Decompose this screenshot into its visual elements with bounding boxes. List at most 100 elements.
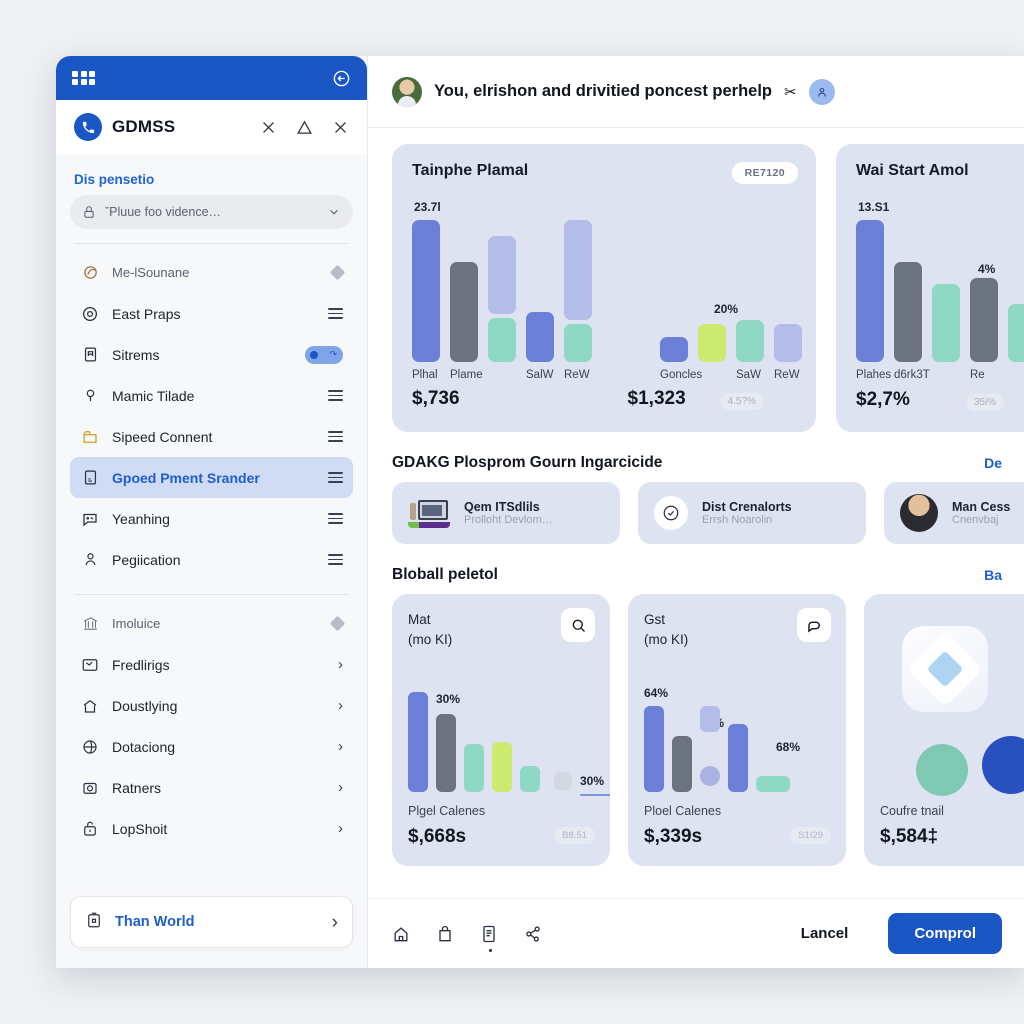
diamond-icon [329,264,346,281]
close-icon[interactable] [260,119,277,136]
document-icon[interactable] [478,923,500,952]
hamburger-icon[interactable] [328,513,343,524]
x-axis-labels: Plahes d6rk3T Re [856,369,1024,381]
sidebar-select[interactable]: ˇPluue foo vidence… [70,195,353,229]
bar-stack [488,236,516,362]
check-circle-icon [654,496,688,530]
sidebar-item-me-lsounane[interactable]: Me-lSounane [70,252,353,293]
brand-name: GDMSS [112,117,176,136]
sidebar-item-pegiication[interactable]: Pegiication [70,539,353,580]
chevron-right-icon[interactable]: › [338,739,343,754]
sidebar-select-value: ˇPluue foo vidence… [105,205,222,219]
sidebar-brandbar: GDMSS [56,100,367,154]
metric-card-row: Mat (mo KI) 30% 30% Plgel Calenes $,668s… [392,594,1024,866]
data-label: 23.7l [414,200,441,214]
sidebar-item-fredlirigs[interactable]: Fredlirigs › [70,644,353,685]
brand-actions [260,119,349,136]
sidebar-item-label: Dotaciong [112,738,176,755]
bar-stack [564,220,592,362]
bar [564,220,592,320]
data-label: 13.S1 [858,200,890,214]
axis-label: Plgel Calenes [408,804,486,818]
id-card-icon [80,468,100,488]
x-label [932,369,960,381]
avatar [392,76,422,107]
program-section-link[interactable]: De [984,455,1004,471]
sidebar-item-sipeed-connent[interactable]: Sipeed Connent [70,416,353,457]
sidebar-nav: Dis pensetio ˇPluue foo vidence… Me-lSou… [56,154,367,886]
sidebar-section-title: Dis pensetio [74,172,155,187]
sync-icon[interactable] [332,69,351,88]
sidebar-item-gpoed-pment-srander[interactable]: Gpoed Pment Srander [70,457,353,498]
bar-group-a [412,220,592,362]
bottom-section-link[interactable]: Ba [984,567,1004,583]
list-item[interactable]: Qem ITSdlils Prolloht Devlom… [392,482,620,544]
hamburger-icon[interactable] [328,390,343,401]
sidebar-item-imoluice[interactable]: Imoluice [70,603,353,644]
bar [464,744,484,792]
chevron-right-icon[interactable]: › [332,913,338,932]
pin-icon [80,386,100,406]
sidebar-item-sitrems[interactable]: Sitrems ↷ [70,334,353,375]
hamburger-icon[interactable] [328,472,343,483]
profile-chip-icon[interactable] [808,78,835,105]
bar [660,337,688,362]
warning-triangle-icon[interactable] [296,119,313,136]
sidebar-item-mamic-tilade[interactable]: Mamic Tilade [70,375,353,416]
bar [408,692,428,792]
diamond-badge-icon [902,626,988,712]
list-item-title: Man Cess [952,500,1011,514]
chart-footer: $,736 $1,323 4.5?% [412,388,796,410]
x-label: Plhal [412,369,438,381]
close-icon[interactable] [332,119,349,136]
hamburger-icon[interactable] [328,308,343,319]
sidebar-item-east-praps[interactable]: East Praps [70,293,353,334]
search-icon[interactable] [561,608,595,642]
cancel-button[interactable]: Lancel [774,914,875,953]
confirm-button[interactable]: Comprol [888,913,1002,954]
x-label: Goncles [660,369,703,381]
home-icon[interactable] [390,923,412,945]
sidebar-item-doustlying[interactable]: Doustlying › [70,685,353,726]
bar [488,318,516,362]
bag-icon[interactable] [434,923,456,945]
data-label: 20% [714,302,739,316]
bar [970,278,998,362]
x-label: d6rk3T [894,369,930,381]
bar-group [856,220,1024,362]
footer-actions: Lancel Comprol [774,913,1002,954]
list-item[interactable]: Dist Crenalorts Errsh Noarolin [638,482,866,544]
bar [492,742,512,792]
hamburger-icon[interactable] [328,554,343,565]
sidebar-item-yeanhing[interactable]: Yeanhing [70,498,353,539]
section-title: Bloball peletol [392,566,498,583]
chevron-right-icon[interactable]: › [338,780,343,795]
metric-value: $2,7% [856,389,910,410]
chevron-right-icon[interactable]: › [338,657,343,672]
chart-card-row: Tainphe Plamal RE7120 23.7l 20% Plhal Pl… [392,144,1024,432]
chevron-right-icon[interactable]: › [338,698,343,713]
bar [1008,304,1024,362]
bottom-section-head: Bloball peletol Ba [392,566,1004,584]
metric-card-coufre: Coufre tnail $,584‡ [864,594,1024,866]
list-item[interactable]: Man Cess Cnenvbaj [884,482,1024,544]
sidebar-item-ratners[interactable]: Ratners › [70,767,353,808]
sitrems-toggle[interactable]: ↷ [305,345,343,364]
bar [564,324,592,362]
scissors-icon[interactable]: ✂ [784,83,797,101]
bank-icon [80,614,100,634]
grid-icon[interactable] [72,70,95,86]
tag-icon[interactable] [797,608,831,642]
than-world-button[interactable]: Than World › [70,896,353,948]
share-icon[interactable] [522,923,544,945]
sidebar-item-dotaciong[interactable]: Dotaciong › [70,726,353,767]
hamburger-icon[interactable] [328,431,343,442]
x-label: SaW [736,369,761,381]
divider [74,594,349,595]
bar-dot [700,766,720,786]
chart-plot: 23.7l 20% [412,200,802,362]
chevron-right-icon[interactable]: › [338,821,343,836]
sidebar-item-lopshoit[interactable]: LopShoit › [70,808,353,849]
sidebar-footer: Than World › [56,886,367,968]
phone-circle-icon [74,113,102,141]
